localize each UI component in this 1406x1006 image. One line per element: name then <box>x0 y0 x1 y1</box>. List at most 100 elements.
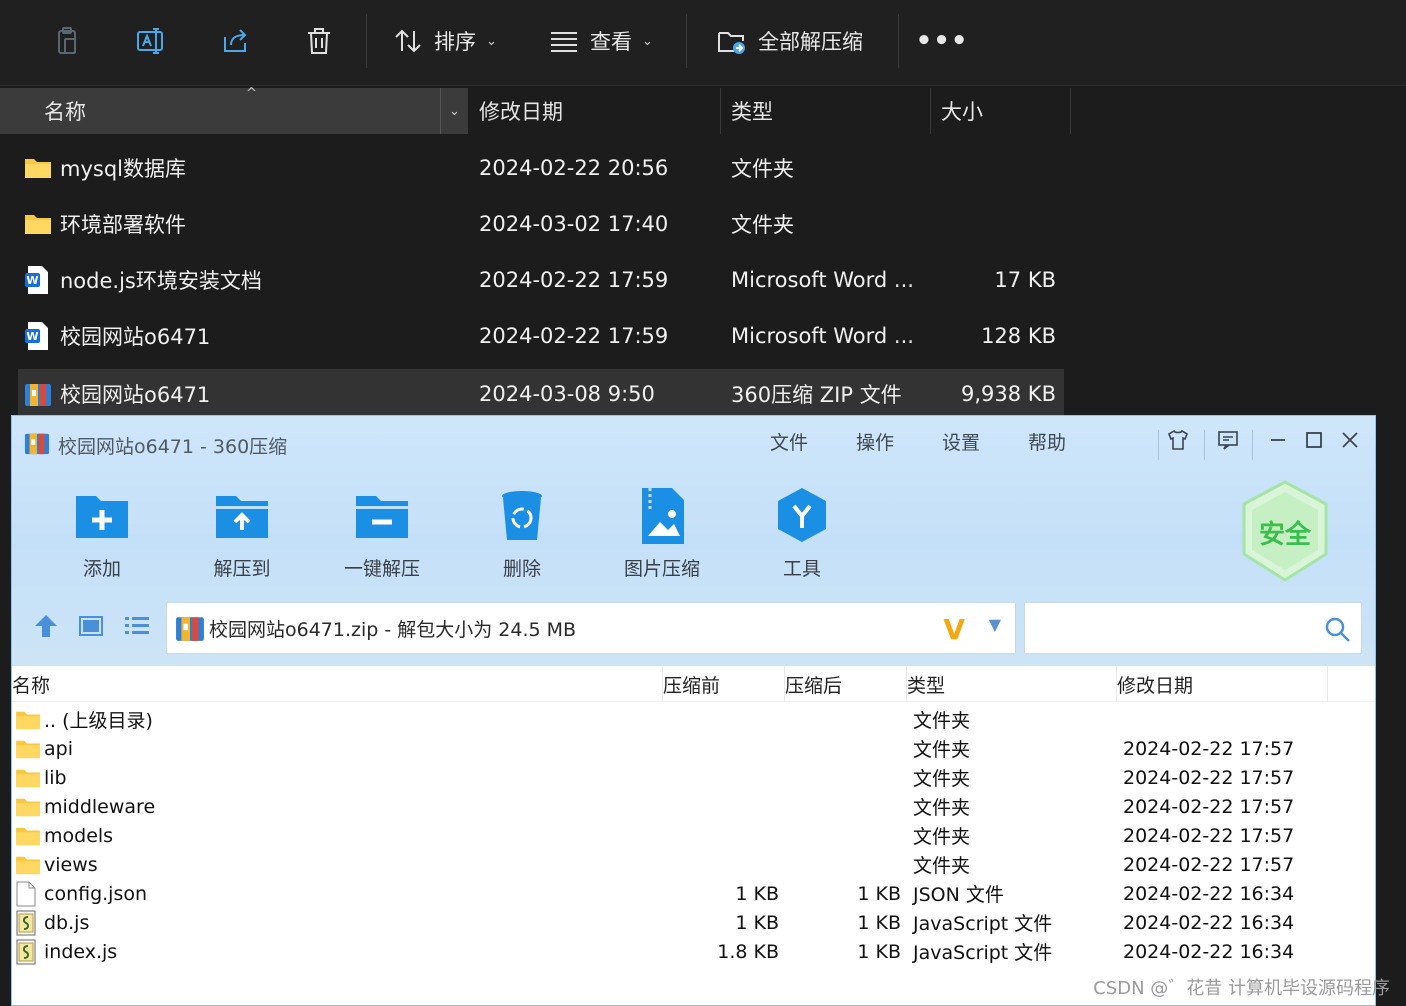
sort-arrows-icon <box>392 25 424 57</box>
item-type: 文件夹 <box>913 739 971 761</box>
column-name[interactable]: 名称 <box>12 666 663 702</box>
tools-button[interactable]: 工具 <box>742 486 862 586</box>
table-row-selected[interactable]: 校园网站o6471 2024-03-08 9:50 360压缩 ZIP 文件 9… <box>18 369 1064 415</box>
file-type: 360压缩 ZIP 文件 <box>731 383 902 407</box>
item-type: 文件夹 <box>913 768 971 790</box>
clipboard-icon <box>51 25 83 57</box>
menu-help[interactable]: 帮助 <box>1028 428 1066 455</box>
file-size: 17 KB <box>994 268 1056 292</box>
add-folder-icon <box>72 486 132 546</box>
column-size[interactable]: 大小 <box>931 88 1071 134</box>
file-name: 环境部署软件 <box>60 213 186 237</box>
image-zip-icon <box>632 486 692 546</box>
folder-icon <box>15 705 41 734</box>
list-item[interactable]: middleware 文件夹 2024-02-22 17:57 <box>12 792 1375 821</box>
view-button[interactable]: 查看 ⌄ <box>548 20 653 62</box>
file-name: 校园网站o6471 <box>60 383 211 407</box>
chevron-down-icon: ⌄ <box>642 33 653 49</box>
share-icon <box>219 25 251 57</box>
item-type: JavaScript 文件 <box>913 942 1053 964</box>
image-compress-button[interactable]: 图片压缩 <box>602 486 722 586</box>
add-button[interactable]: 添加 <box>42 486 162 586</box>
file-name: mysql数据库 <box>60 157 186 181</box>
list-item[interactable]: index.js 1.8 KB 1 KB JavaScript 文件 2024-… <box>12 937 1375 966</box>
zip-archive-icon <box>175 613 205 643</box>
table-row[interactable]: mysql数据库 2024-02-22 20:56 文件夹 <box>18 143 1064 193</box>
file-type: Microsoft Word ... <box>731 324 914 348</box>
table-row[interactable]: W 校园网站o6471 2024-02-22 17:59 Microsoft W… <box>18 311 1064 361</box>
item-type: 文件夹 <box>913 797 971 819</box>
zip-window-header: 校园网站o6471 - 360压缩 文件 操作 设置 帮助 添加 解压到 一键解… <box>12 416 1375 666</box>
paste-button[interactable] <box>50 20 84 62</box>
up-directory-button[interactable] <box>29 611 63 645</box>
extract-all-button[interactable]: 全部解压缩 <box>716 20 863 62</box>
search-icon[interactable] <box>1323 615 1351 643</box>
item-modified: 2024-02-22 17:57 <box>1123 853 1295 876</box>
item-after: 1 KB <box>857 940 901 963</box>
item-after: 1 KB <box>857 911 901 934</box>
chevron-down-icon[interactable]: ⌄ <box>440 88 468 134</box>
skin-button[interactable] <box>1162 426 1194 458</box>
tshirt-icon <box>1166 428 1190 456</box>
list-item[interactable]: views 文件夹 2024-02-22 17:57 <box>12 850 1375 879</box>
one-click-extract-button[interactable]: 一键解压 <box>322 486 442 586</box>
item-modified: 2024-02-22 16:34 <box>1123 882 1295 905</box>
extract-all-label: 全部解压缩 <box>758 30 863 54</box>
list-item[interactable]: db.js 1 KB 1 KB JavaScript 文件 2024-02-22… <box>12 908 1375 937</box>
dropdown-triangle-icon[interactable]: ▼ <box>989 615 1001 634</box>
list-item[interactable]: api 文件夹 2024-02-22 17:57 <box>12 734 1375 763</box>
column-before-size[interactable]: 压缩前 <box>663 666 785 702</box>
image-compress-label: 图片压缩 <box>623 558 700 580</box>
menu-file[interactable]: 文件 <box>770 428 808 455</box>
share-button[interactable] <box>218 20 252 62</box>
table-row[interactable]: 环境部署软件 2024-03-02 17:40 文件夹 <box>18 199 1064 249</box>
address-bar[interactable]: 校园网站o6471.zip - 解包大小为 24.5 MB V ▼ <box>166 602 1016 654</box>
file-icon <box>15 879 41 908</box>
item-name: config.json <box>44 882 148 905</box>
more-button[interactable]: ••• <box>916 20 968 62</box>
column-modified[interactable]: 修改日期 <box>1117 666 1328 702</box>
file-name: 校园网站o6471 <box>60 325 211 349</box>
view-label: 查看 <box>590 30 632 54</box>
brand-v-icon[interactable]: V <box>943 613 965 646</box>
feedback-button[interactable] <box>1212 426 1244 458</box>
search-box[interactable] <box>1024 602 1362 654</box>
address-text: 校园网站o6471.zip - 解包大小为 24.5 MB <box>209 618 577 641</box>
list-item[interactable]: lib 文件夹 2024-02-22 17:57 <box>12 763 1375 792</box>
maximize-button[interactable] <box>1298 426 1330 458</box>
thumbnail-view-button[interactable] <box>74 611 108 645</box>
maximize-icon <box>1302 428 1326 456</box>
list-view-button[interactable] <box>120 611 154 645</box>
delete-button[interactable]: 删除 <box>462 486 582 586</box>
svg-text:W: W <box>26 330 38 343</box>
column-after-size[interactable]: 压缩后 <box>785 666 907 702</box>
column-type-label: 类型 <box>907 674 946 697</box>
security-shield-badge[interactable]: 安全 <box>1240 480 1330 582</box>
explorer-column-header: 名称 ^ ⌄ 修改日期 类型 大小 <box>0 87 1406 136</box>
column-name[interactable]: 名称 ^ ⌄ <box>0 87 468 134</box>
menu-operate[interactable]: 操作 <box>856 428 894 455</box>
close-button[interactable] <box>1334 426 1366 458</box>
window-title-text: 校园网站o6471 - 360压缩 <box>58 436 288 458</box>
menu-settings[interactable]: 设置 <box>942 428 980 455</box>
item-modified: 2024-02-22 16:34 <box>1123 940 1295 963</box>
column-type[interactable]: 类型 <box>907 666 1117 702</box>
column-type[interactable]: 类型 <box>721 88 931 134</box>
zip-window: 校园网站o6471 - 360压缩 文件 操作 设置 帮助 添加 解压到 一键解… <box>11 415 1376 1006</box>
rename-button[interactable] <box>134 20 168 62</box>
item-modified: 2024-02-22 17:57 <box>1123 766 1295 789</box>
sort-button[interactable]: 排序 ⌄ <box>392 20 497 62</box>
delete-button[interactable] <box>302 20 336 62</box>
word-doc-icon: W <box>24 255 52 305</box>
minimize-button[interactable] <box>1262 426 1294 458</box>
column-modified-label: 修改日期 <box>479 100 563 124</box>
extract-to-button[interactable]: 解压到 <box>182 486 302 586</box>
list-item[interactable]: config.json 1 KB 1 KB JSON 文件 2024-02-22… <box>12 879 1375 908</box>
column-modified[interactable]: 修改日期 <box>469 88 721 134</box>
list-item[interactable]: models 文件夹 2024-02-22 17:57 <box>12 821 1375 850</box>
table-row[interactable]: W node.js环境安装文档 2024-02-22 17:59 Microso… <box>18 255 1064 305</box>
search-input[interactable] <box>1033 611 1313 645</box>
minimize-icon <box>1266 428 1290 456</box>
list-item[interactable]: .. (上级目录) 文件夹 <box>12 705 1375 734</box>
svg-text:W: W <box>26 274 38 287</box>
